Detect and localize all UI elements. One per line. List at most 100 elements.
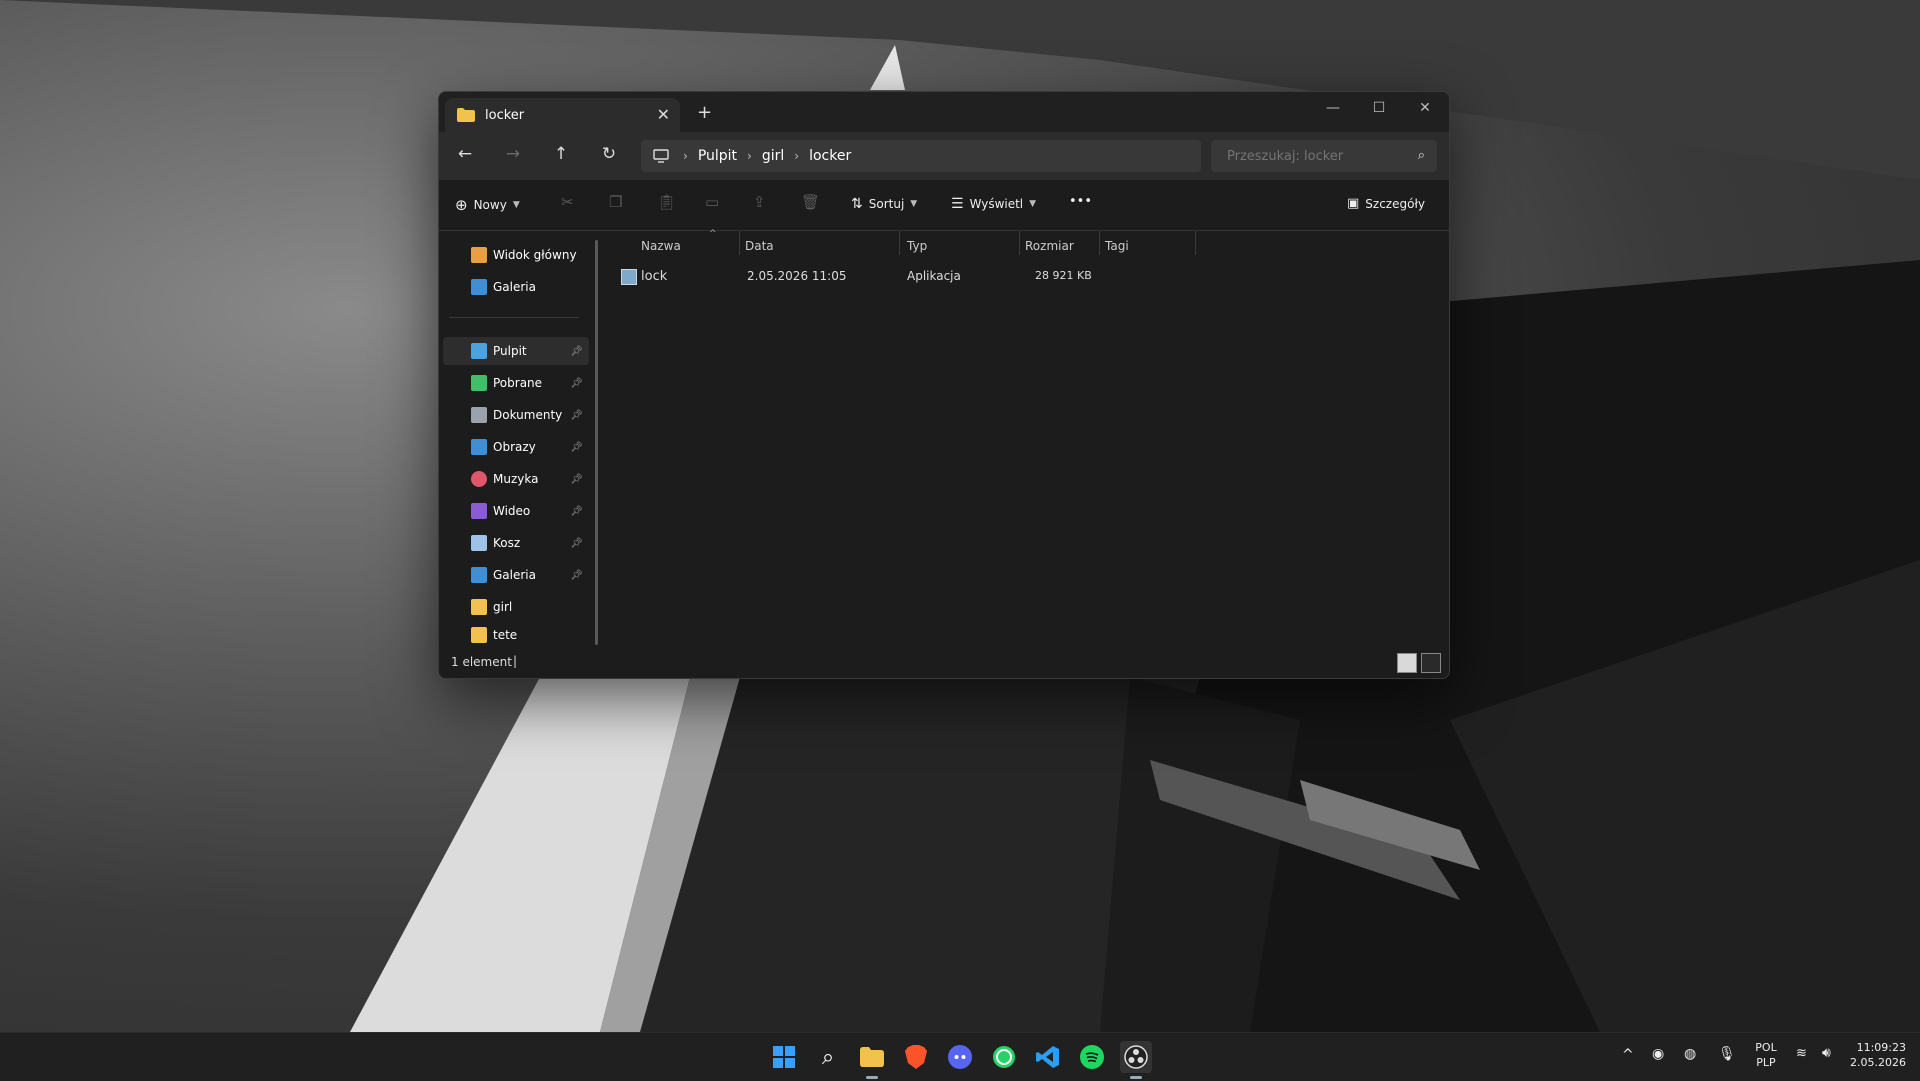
command-bar: ⊕ Nowy ▼ ✂ ❐ 📋︎ ▭ ⇪ 🗑︎ ⇅ Sortuj ▼ ☰ Wyśw… [439, 180, 1449, 231]
file-date: 2.05.2026 11:05 [747, 269, 847, 283]
forward-arrow-icon[interactable]: → [499, 144, 527, 164]
details-pane-icon: ▣ [1347, 196, 1360, 211]
navigation-pane: Widok główny Galeria Pulpit 📌︎ Pobrane 📌… [439, 231, 599, 645]
item-count: 1 element [451, 655, 512, 669]
share-icon[interactable]: ⇪ [753, 193, 766, 211]
rename-icon[interactable]: ▭ [705, 193, 719, 211]
tiles-view-icon[interactable] [1421, 653, 1441, 673]
pictures-icon [471, 439, 487, 455]
refresh-icon[interactable]: ↻ [595, 144, 623, 164]
sort-label: Sortuj [868, 197, 905, 211]
tab-locker[interactable]: locker ✕ [445, 98, 680, 132]
clock-time: 11:09:23 [1856, 1041, 1906, 1054]
sidebar-item-label: Obrazy [493, 440, 536, 454]
search-button[interactable]: ⌕ [812, 1041, 844, 1073]
up-arrow-icon[interactable]: ↑ [547, 144, 575, 164]
title-bar: locker ✕ + — ☐ ✕ [439, 92, 1449, 132]
sidebar-item-label: Widok główny [493, 248, 577, 262]
maximize-button[interactable]: ☐ [1359, 100, 1399, 116]
minimize-button[interactable]: — [1313, 100, 1353, 116]
sidebar-scrollbar[interactable] [595, 240, 598, 645]
discord-taskbar-button[interactable] [944, 1041, 976, 1073]
obs-taskbar-button[interactable] [1120, 1041, 1152, 1073]
pin-icon[interactable]: 📌︎ [570, 474, 583, 485]
spotify-taskbar-button[interactable] [1076, 1041, 1108, 1073]
search-input[interactable] [1225, 147, 1399, 165]
volume-icon[interactable]: 🔊︎ [1822, 1045, 1831, 1061]
breadcrumb-locker[interactable]: locker [809, 148, 851, 164]
documents-icon [471, 407, 487, 423]
file-list: Nazwa ^ Data Typ Rozmiar Tagi lock 2.05.… [609, 229, 1449, 645]
details-button[interactable]: ▣ Szczegóły [1347, 196, 1425, 211]
sidebar-item-obrazy[interactable]: Obrazy 📌︎ [443, 433, 589, 461]
details-label: Szczegóły [1365, 196, 1425, 211]
file-explorer-taskbar-button[interactable] [856, 1041, 888, 1073]
file-explorer-window: locker ✕ + — ☐ ✕ ← → ↑ ↻ › Pulpit › girl… [438, 91, 1450, 679]
close-window-button[interactable]: ✕ [1405, 100, 1445, 116]
chevron-up-icon[interactable]: ^ [1622, 1047, 1634, 1063]
back-arrow-icon[interactable]: ← [451, 144, 479, 164]
copy-icon[interactable]: ❐ [609, 193, 622, 211]
details-view-icon[interactable] [1397, 653, 1417, 673]
discord-tray-icon[interactable]: ◉ [1652, 1046, 1664, 1062]
new-button[interactable]: ⊕ Nowy ▼ [455, 196, 520, 214]
whatsapp-taskbar-button[interactable] [988, 1041, 1020, 1073]
chevron-down-icon: ▼ [1029, 199, 1037, 209]
sidebar-item-label: Pobrane [493, 376, 543, 390]
close-tab-icon[interactable]: ✕ [657, 105, 670, 124]
sidebar-item-dokumenty[interactable]: Dokumenty 📌︎ [443, 401, 589, 429]
wifi-icon[interactable]: ≋ [1796, 1046, 1807, 1061]
sidebar-item-muzyka[interactable]: Muzyka 📌︎ [443, 465, 589, 493]
clock[interactable]: 11:09:23 2.05.2026 [1848, 1041, 1906, 1069]
chevron-down-icon: ▼ [512, 200, 520, 210]
pin-icon[interactable]: 📌︎ [570, 506, 583, 517]
sidebar-item-gallery[interactable]: Galeria [443, 273, 589, 301]
search-icon[interactable]: ⌕ [1418, 148, 1425, 163]
brave-taskbar-button[interactable] [900, 1041, 932, 1073]
address-bar[interactable]: › Pulpit › girl › locker [641, 140, 1201, 172]
new-tab-button[interactable]: + [697, 102, 712, 123]
delete-icon[interactable]: 🗑︎ [801, 193, 820, 211]
steam-tray-icon[interactable]: ◍ [1684, 1046, 1696, 1062]
pin-icon[interactable]: 📌︎ [570, 570, 583, 581]
sidebar-item-pobrane[interactable]: Pobrane 📌︎ [443, 369, 589, 397]
breadcrumb-girl[interactable]: girl [762, 148, 784, 164]
status-bar: 1 element | [439, 645, 1449, 678]
pin-icon[interactable]: 📌︎ [570, 538, 583, 549]
more-options-button[interactable]: ••• [1069, 194, 1092, 209]
paste-icon[interactable]: 📋︎ [657, 193, 676, 211]
gallery-icon [471, 279, 487, 295]
file-size: 28 921 KB [1035, 269, 1092, 282]
sort-button[interactable]: ⇅ Sortuj ▼ [851, 196, 917, 212]
view-button[interactable]: ☰ Wyświetl ▼ [951, 196, 1036, 212]
pin-icon[interactable]: 📌︎ [570, 346, 583, 357]
sidebar-item-tete[interactable]: tete [443, 625, 589, 645]
home-icon [471, 247, 487, 263]
microphone-icon[interactable]: 🎙︎ [1718, 1046, 1736, 1062]
pin-icon[interactable]: 📌︎ [570, 410, 583, 421]
cut-icon[interactable]: ✂ [561, 193, 574, 211]
vscode-taskbar-button[interactable] [1032, 1041, 1064, 1073]
sidebar-item-home[interactable]: Widok główny [443, 241, 589, 269]
table-row[interactable]: lock 2.05.2026 11:05 Aplikacja 28 921 KB [609, 231, 1209, 291]
pin-icon[interactable]: 📌︎ [570, 378, 583, 389]
sidebar-item-pulpit[interactable]: Pulpit 📌︎ [443, 337, 589, 365]
breadcrumb-pulpit[interactable]: Pulpit [698, 148, 737, 164]
file-name: lock [641, 269, 668, 284]
chevron-right-icon: › [683, 149, 688, 163]
navigation-bar: ← → ↑ ↻ › Pulpit › girl › locker ⌕ [439, 132, 1449, 180]
sidebar-item-girl[interactable]: girl [443, 593, 589, 621]
folder-icon [457, 108, 475, 122]
search-box: ⌕ [1211, 140, 1437, 172]
search-icon: ⌕ [821, 1044, 835, 1070]
brave-icon [905, 1045, 927, 1069]
folder-icon [471, 599, 487, 615]
sidebar-item-galeria-pinned[interactable]: Galeria 📌︎ [443, 561, 589, 589]
language-indicator[interactable]: POL PLP [1752, 1041, 1780, 1069]
sidebar-item-wideo[interactable]: Wideo 📌︎ [443, 497, 589, 525]
sidebar-item-label: Galeria [493, 568, 536, 582]
pin-icon[interactable]: 📌︎ [570, 442, 583, 453]
start-button[interactable] [768, 1041, 800, 1073]
chevron-down-icon: ▼ [910, 199, 918, 209]
sidebar-item-kosz[interactable]: Kosz 📌︎ [443, 529, 589, 557]
